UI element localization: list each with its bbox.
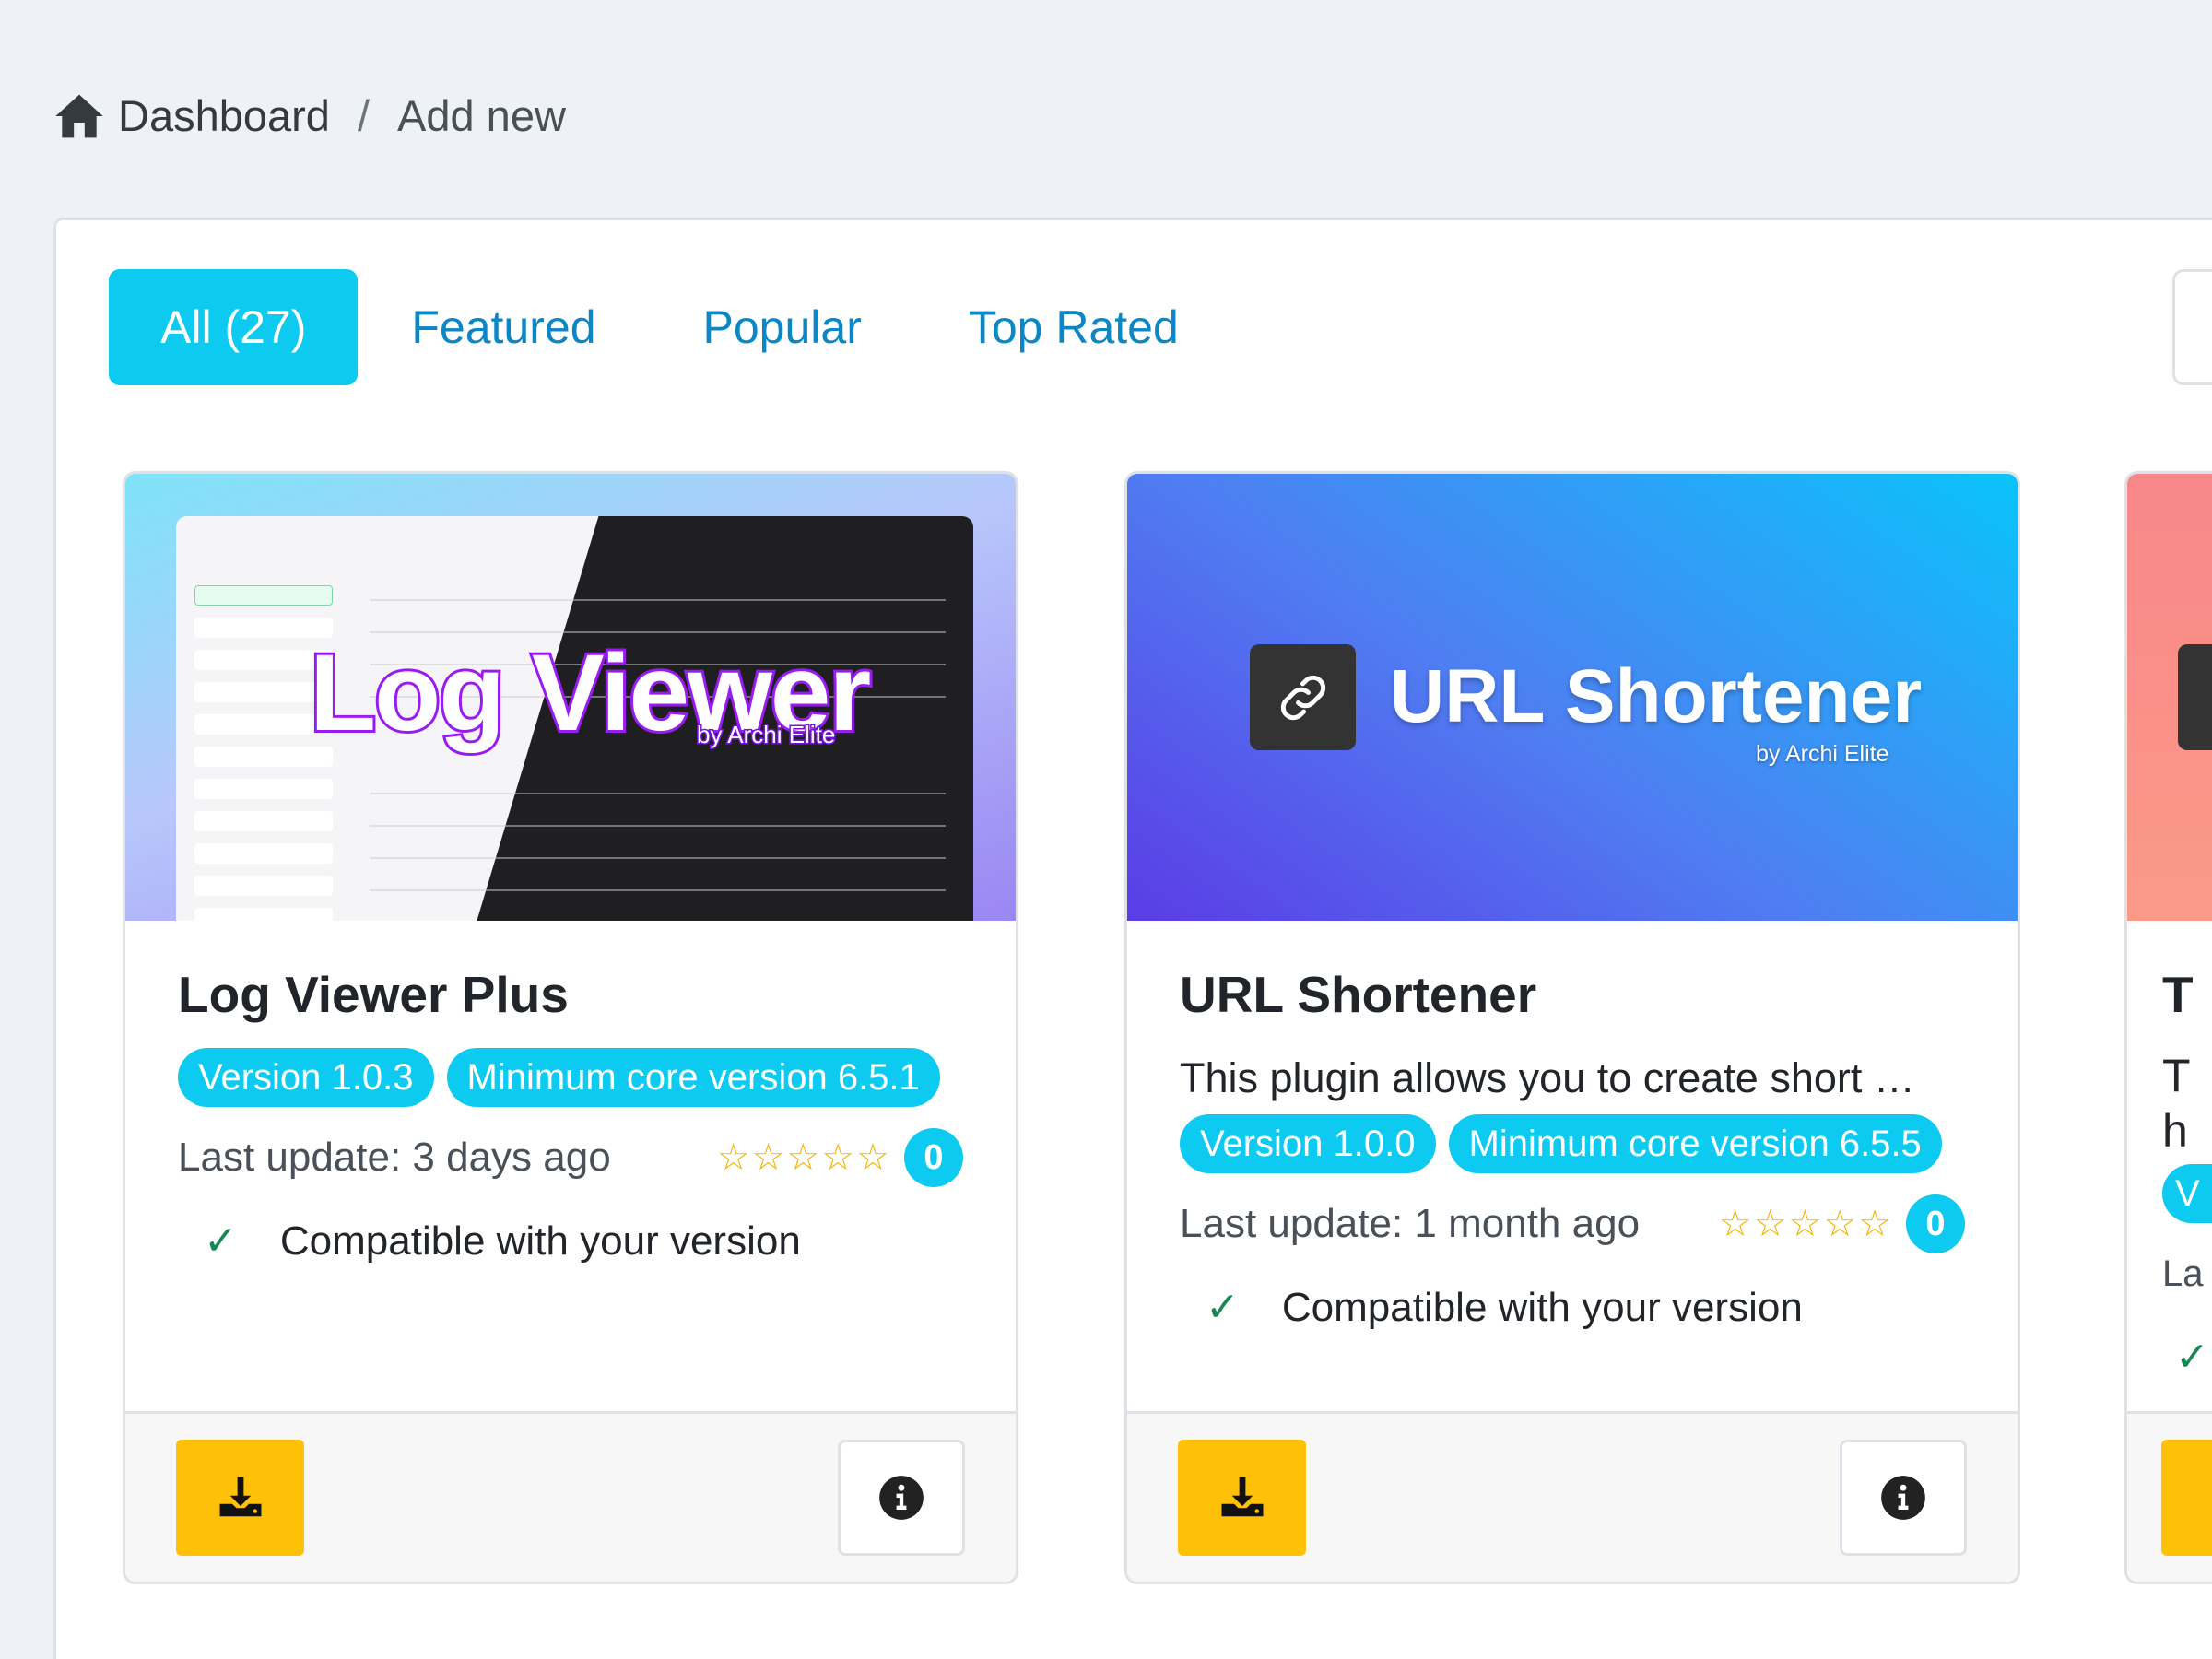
compat-text: Compatible with your version [1281, 1284, 1803, 1330]
breadcrumb-current: Add new [397, 91, 566, 140]
version-badge: Version 1.0.0 [1180, 1114, 1436, 1173]
download-icon [1221, 1477, 1263, 1517]
plugin-title: URL Shortener [1180, 966, 1537, 1023]
compat-text: Compatible with your version [279, 1218, 801, 1264]
filter-tabs: All (27) Featured Popular Top Rated [109, 269, 1232, 385]
info-circle-icon [1881, 1476, 1925, 1520]
download-icon [219, 1477, 261, 1517]
tab-featured[interactable]: Featured [358, 269, 649, 385]
tab-top-rated[interactable]: Top Rated [915, 269, 1232, 385]
plugin-logo-author: by Archi Elite [695, 720, 836, 750]
rating: ☆☆☆☆☆ 0 [717, 1128, 963, 1187]
breadcrumb-separator: / [357, 91, 370, 140]
check-icon: ✓ [1206, 1285, 1240, 1330]
rating-count: 0 [904, 1128, 963, 1187]
plugin-image: Log Viewer by Archi Elite [125, 474, 1016, 921]
rating-count: 0 [1906, 1194, 1965, 1253]
min-core-badge: Minimum core version 6.5.5 [1448, 1114, 1942, 1173]
version-badge: V [2162, 1164, 2212, 1223]
plugin-description: This plugin allows you to create short … [1180, 1054, 1915, 1101]
tab-all[interactable]: All (27) [109, 269, 359, 385]
search-control[interactable] [2172, 269, 2212, 385]
info-button[interactable] [1840, 1440, 1967, 1556]
last-update: La [2162, 1253, 2204, 1294]
plugin-image: URL Shortener by Archi Elite [1127, 474, 2018, 921]
check-icon: ✓ [2175, 1335, 2209, 1380]
plugin-logo-text: URL Shortener [1390, 654, 1923, 738]
last-update: Last update: 3 days ago [178, 1135, 611, 1180]
check-icon: ✓ [204, 1218, 238, 1264]
tab-popular[interactable]: Popular [650, 269, 915, 385]
plugin-image [2127, 474, 2212, 921]
min-core-badge: Minimum core version 6.5.1 [446, 1048, 940, 1107]
plugin-card-url-shortener: URL Shortener by Archi Elite URL Shorten… [1124, 471, 2020, 1584]
info-circle-icon [879, 1476, 924, 1520]
plugin-title: Log Viewer Plus [178, 966, 569, 1023]
download-button[interactable] [2161, 1440, 2212, 1556]
version-badge: Version 1.0.3 [178, 1048, 434, 1107]
plugin-card-3: T Th V La ✓ [2124, 471, 2212, 1584]
plugin-card-log-viewer: Log Viewer by Archi Elite Log Viewer Plu… [123, 471, 1018, 1584]
plugin-title: T [2162, 966, 2194, 1023]
rating: ☆☆☆☆☆ 0 [1719, 1194, 1965, 1253]
home-icon[interactable] [53, 91, 105, 141]
plugin-logo-author: by Archi Elite [1756, 741, 1889, 767]
breadcrumb: Dashboard / Add new [53, 90, 566, 141]
download-button[interactable] [1178, 1440, 1306, 1556]
star-outline-icon: ☆☆☆☆☆ [1718, 1204, 1893, 1244]
last-update: Last update: 1 month ago [1180, 1201, 1641, 1246]
download-button[interactable] [176, 1440, 304, 1556]
info-button[interactable] [838, 1440, 965, 1556]
star-outline-icon: ☆☆☆☆☆ [716, 1137, 891, 1178]
plugin-description: Th [2162, 1050, 2191, 1157]
breadcrumb-dashboard[interactable]: Dashboard [118, 90, 330, 141]
link-icon [1250, 644, 1356, 750]
